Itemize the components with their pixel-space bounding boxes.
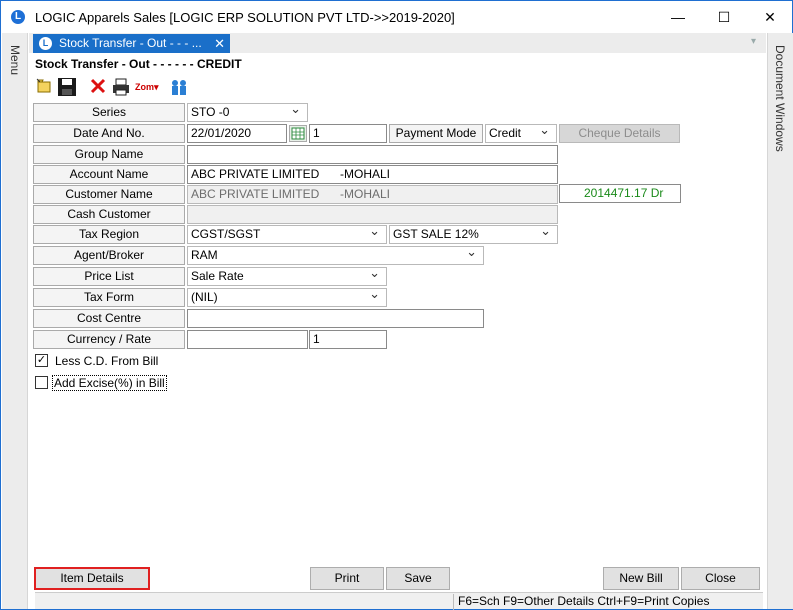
cash-customer-label: Cash Customer (33, 205, 185, 224)
tab-close-icon[interactable]: ✕ (214, 34, 225, 53)
delete-icon[interactable] (89, 77, 107, 97)
add-excise-label[interactable]: Add Excise(%) in Bill (52, 375, 167, 391)
tax-region-select[interactable]: CGST/SGST (187, 225, 387, 244)
print-button[interactable]: Print (310, 567, 384, 590)
print-icon[interactable] (111, 77, 131, 97)
window-title: LOGIC Apparels Sales [LOGIC ERP SOLUTION… (35, 10, 455, 25)
price-list-select[interactable]: Sale Rate (187, 267, 387, 286)
rate-input[interactable]: 1 (309, 330, 387, 349)
title-bar[interactable]: L LOGIC Apparels Sales [LOGIC ERP SOLUTI… (1, 1, 792, 33)
bill-number-input[interactable]: 1 (309, 124, 387, 143)
tab-overflow-icon[interactable]: ▾ (751, 36, 756, 47)
payment-mode-select[interactable]: Credit (485, 124, 557, 143)
account-name-value: ABC PRIVATE LIMITED (191, 167, 320, 181)
status-bar: F6=Sch F9=Other Details Ctrl+F9=Print Co… (35, 592, 763, 610)
form-header: Stock Transfer - Out - - - - - - CREDIT (35, 57, 242, 71)
cheque-details-button[interactable]: Cheque Details (559, 124, 680, 143)
account-name-input[interactable]: ABC PRIVATE LIMITED -MOHALI (187, 165, 558, 184)
agent-broker-select[interactable]: RAM (187, 246, 484, 265)
tab-stock-transfer[interactable]: L Stock Transfer - Out - - - ... ✕ (33, 34, 230, 53)
save-button[interactable]: Save (386, 567, 450, 590)
account-name-label: Account Name (33, 165, 185, 184)
close-window-button[interactable]: ✕ (747, 1, 793, 33)
tax-type-select[interactable]: GST SALE 12% (389, 225, 558, 244)
less-cd-checkbox[interactable]: ✓ (35, 354, 48, 367)
less-cd-label[interactable]: Less C.D. From Bill (55, 354, 158, 368)
cost-centre-label: Cost Centre (33, 309, 185, 328)
close-button[interactable]: Close (681, 567, 760, 590)
menu-sidebar[interactable]: Menu (2, 33, 28, 609)
account-city-value: -MOHALI (340, 167, 391, 181)
add-excise-checkbox[interactable] (35, 376, 48, 389)
new-bill-button[interactable]: New Bill (603, 567, 679, 590)
date-input[interactable]: 22/01/2020 (187, 124, 287, 143)
tax-region-label: Tax Region (33, 225, 185, 244)
document-windows-sidebar[interactable]: Document Windows (767, 33, 793, 609)
cash-customer-input[interactable] (187, 205, 558, 224)
series-select[interactable]: STO -0 (187, 103, 308, 122)
new-icon[interactable] (35, 77, 53, 97)
tax-form-select[interactable]: (NIL) (187, 288, 387, 307)
maximize-button[interactable]: ☐ (701, 1, 747, 33)
save-icon[interactable] (57, 77, 77, 97)
cost-centre-input[interactable] (187, 309, 484, 328)
tab-logo-icon: L (39, 37, 52, 50)
customer-city-value: -MOHALI (340, 187, 391, 201)
document-windows-label[interactable]: Document Windows (773, 45, 787, 152)
group-name-input[interactable] (187, 145, 558, 164)
item-details-button[interactable]: Item Details (34, 567, 150, 590)
price-list-label: Price List (33, 267, 185, 286)
app-window: L LOGIC Apparels Sales [LOGIC ERP SOLUTI… (0, 0, 793, 610)
customer-name-input[interactable]: ABC PRIVATE LIMITED -MOHALI (187, 185, 558, 204)
minimize-button[interactable]: — (655, 1, 701, 33)
menu-label[interactable]: Menu (8, 45, 22, 75)
currency-rate-label: Currency / Rate (33, 330, 185, 349)
calendar-icon[interactable] (289, 125, 307, 142)
zoom-icon[interactable]: Zom▾ (135, 77, 159, 97)
agent-broker-label: Agent/Broker (33, 246, 185, 265)
series-label: Series (33, 103, 185, 122)
tab-label: Stock Transfer - Out - - - ... (59, 36, 202, 50)
shortcut-hints: F6=Sch F9=Other Details Ctrl+F9=Print Co… (453, 594, 709, 610)
tab-bar: L Stock Transfer - Out - - - ... ✕ ▾ (29, 33, 766, 53)
group-name-label: Group Name (33, 145, 185, 164)
app-logo-icon: L (11, 10, 25, 24)
customer-name-value: ABC PRIVATE LIMITED (191, 187, 320, 201)
payment-mode-label: Payment Mode (389, 124, 483, 143)
customer-balance: 2014471.17 Dr (559, 184, 681, 203)
date-and-no-label: Date And No. (33, 124, 185, 143)
customer-name-label: Customer Name (33, 185, 185, 204)
users-icon[interactable] (169, 77, 189, 97)
tax-form-label: Tax Form (33, 288, 185, 307)
zoom-label: Zom (135, 82, 154, 92)
currency-input[interactable] (187, 330, 308, 349)
